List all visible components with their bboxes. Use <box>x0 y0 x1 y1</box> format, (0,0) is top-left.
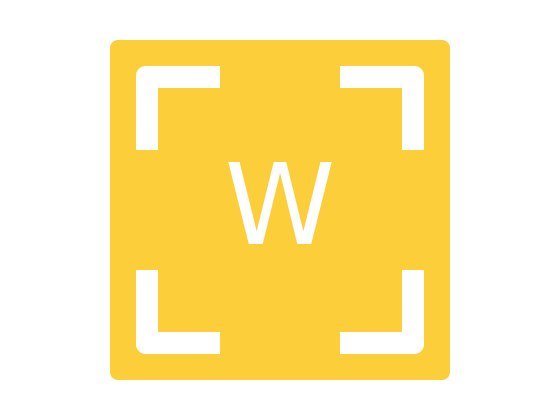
canvas: W <box>0 0 560 420</box>
logo-letter: W <box>224 141 336 271</box>
app-logo-icon: W <box>110 40 450 380</box>
